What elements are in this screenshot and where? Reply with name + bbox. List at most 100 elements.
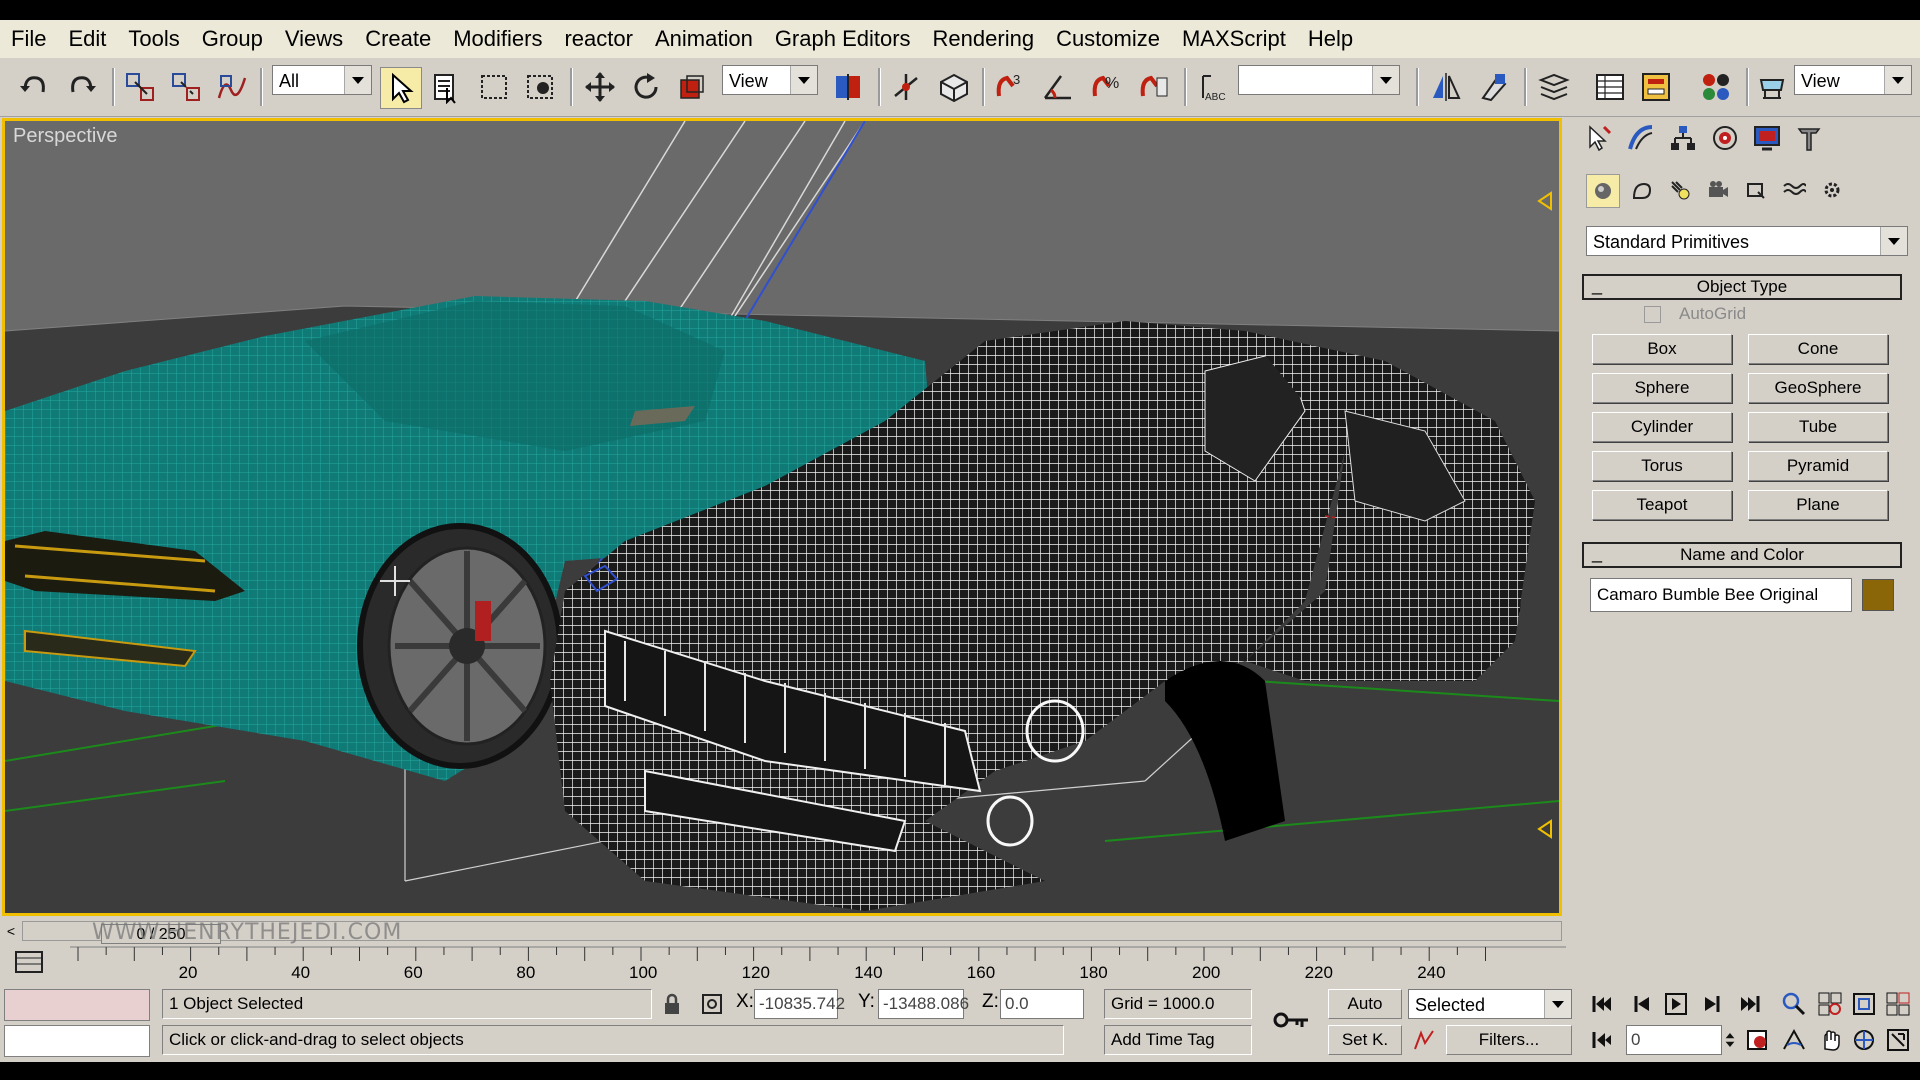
next-frame-icon[interactable]: [1696, 989, 1728, 1019]
viewport-label[interactable]: Perspective: [13, 125, 118, 148]
select-and-scale-icon[interactable]: [672, 67, 712, 107]
previous-frame-icon[interactable]: [1626, 989, 1658, 1019]
curve-editor-icon[interactable]: [1590, 67, 1630, 107]
geometry-icon[interactable]: [1586, 174, 1620, 208]
snaps-toggle-icon[interactable]: 3: [990, 67, 1030, 107]
object-type-rollout-header[interactable]: _ Object Type: [1582, 274, 1902, 300]
redo-icon[interactable]: [62, 67, 102, 107]
time-configuration-icon[interactable]: [1742, 1025, 1774, 1055]
geosphere-button[interactable]: GeoSphere: [1748, 373, 1888, 403]
zoom-icon[interactable]: [1778, 989, 1810, 1019]
material-editor-icon[interactable]: [1696, 67, 1736, 107]
open-mini-curve-editor-icon[interactable]: [12, 948, 48, 978]
autogrid-checkbox[interactable]: AutoGrid: [1644, 304, 1746, 324]
menu-graph-editors[interactable]: Graph Editors: [764, 20, 922, 58]
keyboard-shortcut-override-icon[interactable]: [934, 67, 974, 107]
select-and-manipulate-icon[interactable]: [886, 67, 926, 107]
maxscript-listener-pink[interactable]: [4, 989, 150, 1021]
rectangular-selection-icon[interactable]: [474, 67, 514, 107]
field-of-view-icon[interactable]: [1778, 1025, 1810, 1055]
menu-group[interactable]: Group: [191, 20, 274, 58]
perspective-viewport[interactable]: Perspective: [2, 118, 1562, 916]
percent-snap-icon[interactable]: %: [1086, 67, 1126, 107]
time-slider-prev-icon[interactable]: <: [2, 921, 20, 941]
display-tab-icon[interactable]: [1746, 118, 1788, 158]
reference-coordinate-dropdown[interactable]: View: [722, 65, 818, 95]
select-and-move-icon[interactable]: [580, 67, 620, 107]
named-selection-dropdown[interactable]: [1238, 65, 1400, 95]
render-scene-icon[interactable]: [1752, 67, 1792, 107]
use-pivot-center-icon[interactable]: [828, 67, 868, 107]
menu-create[interactable]: Create: [354, 20, 442, 58]
object-category-dropdown[interactable]: Standard Primitives: [1586, 226, 1908, 256]
arc-rotate-icon[interactable]: [1848, 1025, 1880, 1055]
zoom-extents-all-icon[interactable]: [1882, 989, 1914, 1019]
z-coordinate-field[interactable]: 0.0: [1000, 989, 1084, 1019]
pyramid-button[interactable]: Pyramid: [1748, 451, 1888, 481]
cylinder-button[interactable]: Cylinder: [1592, 412, 1732, 442]
select-and-rotate-icon[interactable]: [626, 67, 666, 107]
hierarchy-tab-icon[interactable]: [1662, 118, 1704, 158]
object-name-field[interactable]: Camaro Bumble Bee Original: [1590, 578, 1852, 612]
modify-tab-icon[interactable]: [1620, 118, 1662, 158]
current-frame-field[interactable]: 0: [1626, 1025, 1722, 1055]
edit-named-selection-icon[interactable]: ABC: [1192, 67, 1232, 107]
name-and-color-rollout-header[interactable]: _ Name and Color: [1582, 542, 1902, 568]
pan-view-icon[interactable]: [1814, 1025, 1846, 1055]
track-bar[interactable]: 20 40 60 80 100 120 140 160 180 200 220 240: [70, 945, 1566, 985]
zoom-all-icon[interactable]: [1814, 989, 1846, 1019]
set-key-icon[interactable]: [1270, 1005, 1314, 1035]
set-key-button[interactable]: Set K.: [1328, 1025, 1402, 1055]
cameras-icon[interactable]: [1702, 174, 1734, 206]
tube-button[interactable]: Tube: [1748, 412, 1888, 442]
lights-icon[interactable]: [1664, 174, 1696, 206]
cone-button[interactable]: Cone: [1748, 334, 1888, 364]
menu-help[interactable]: Help: [1297, 20, 1364, 58]
menu-rendering[interactable]: Rendering: [922, 20, 1046, 58]
shapes-icon[interactable]: [1626, 174, 1658, 206]
motion-tab-icon[interactable]: [1704, 118, 1746, 158]
maximize-viewport-icon[interactable]: [1882, 1025, 1914, 1055]
layer-manager-icon[interactable]: [1534, 67, 1574, 107]
torus-button[interactable]: Torus: [1592, 451, 1732, 481]
menu-modifiers[interactable]: Modifiers: [442, 20, 553, 58]
select-and-link-icon[interactable]: [120, 67, 160, 107]
helpers-icon[interactable]: [1740, 174, 1772, 206]
menu-views[interactable]: Views: [274, 20, 354, 58]
space-warps-icon[interactable]: [1778, 174, 1810, 206]
render-view-dropdown[interactable]: View: [1794, 65, 1912, 95]
absolute-mode-transform-icon[interactable]: [696, 989, 728, 1019]
select-by-name-icon[interactable]: [426, 67, 466, 107]
maxscript-listener-white[interactable]: [4, 1025, 150, 1057]
window-crossing-icon[interactable]: [520, 67, 560, 107]
zoom-extents-icon[interactable]: [1848, 989, 1880, 1019]
systems-icon[interactable]: [1816, 174, 1848, 206]
spinner-snap-icon[interactable]: [1134, 67, 1174, 107]
add-time-tag[interactable]: Add Time Tag: [1104, 1025, 1252, 1055]
menu-edit[interactable]: Edit: [57, 20, 117, 58]
plane-button[interactable]: Plane: [1748, 490, 1888, 520]
undo-icon[interactable]: [14, 67, 54, 107]
go-to-start-icon[interactable]: [1586, 989, 1618, 1019]
play-animation-icon[interactable]: [1660, 989, 1692, 1019]
mirror-icon[interactable]: [1426, 67, 1466, 107]
schematic-view-icon[interactable]: [1636, 67, 1676, 107]
box-button[interactable]: Box: [1592, 334, 1732, 364]
menu-customize[interactable]: Customize: [1045, 20, 1171, 58]
menu-file[interactable]: File: [0, 20, 57, 58]
go-to-end-icon[interactable]: [1734, 989, 1766, 1019]
menu-reactor[interactable]: reactor: [553, 20, 643, 58]
create-tab-icon[interactable]: [1578, 118, 1620, 158]
lock-selection-icon[interactable]: [656, 989, 688, 1019]
utilities-tab-icon[interactable]: [1788, 118, 1830, 158]
default-tangent-icon[interactable]: [1408, 1025, 1440, 1055]
object-color-swatch[interactable]: [1862, 579, 1894, 611]
y-coordinate-field[interactable]: -13488.086: [878, 989, 969, 1019]
auto-key-button[interactable]: Auto: [1328, 989, 1402, 1019]
key-mode-toggle-icon[interactable]: [1586, 1025, 1618, 1055]
angle-snap-icon[interactable]: [1038, 67, 1078, 107]
align-icon[interactable]: [1474, 67, 1514, 107]
key-filters-button[interactable]: Filters...: [1446, 1025, 1572, 1055]
menu-maxscript[interactable]: MAXScript: [1171, 20, 1297, 58]
menu-animation[interactable]: Animation: [644, 20, 764, 58]
